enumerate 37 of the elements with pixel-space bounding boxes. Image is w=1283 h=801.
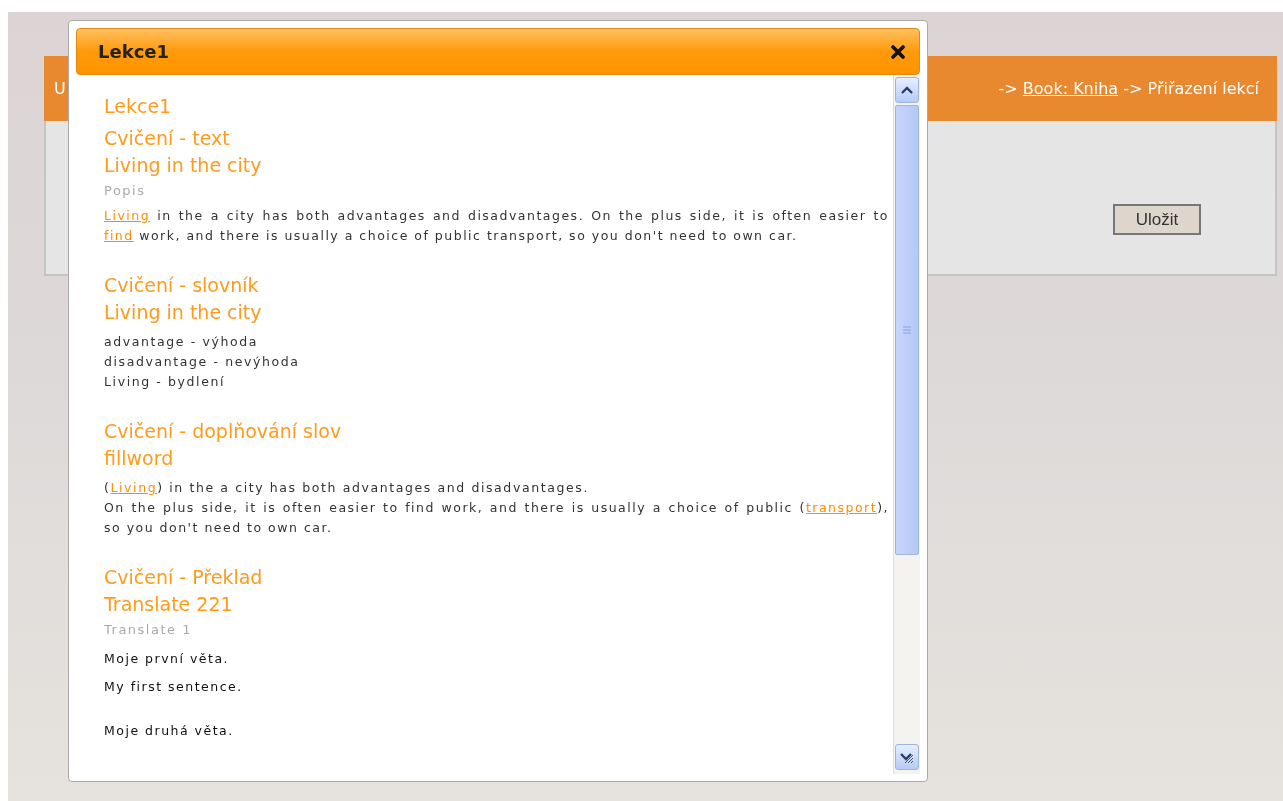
scroll-down-button[interactable] bbox=[895, 744, 919, 770]
scrollbar[interactable] bbox=[893, 75, 920, 774]
grip-lines-icon bbox=[902, 326, 912, 334]
paragraph: Living in the a city has both advantages and disadvantages. On the plus side, it is often easier to find work, and there is usually a choice of public transport, so you don't need to own car. bbox=[104, 207, 889, 245]
text-line: (Living) in the a city has both advantages and disadvantages. bbox=[104, 479, 590, 497]
source-sentence: Moje druhá věta. bbox=[104, 722, 235, 740]
word-link[interactable]: transport bbox=[805, 500, 878, 515]
word-link[interactable]: Living bbox=[104, 208, 151, 223]
exercise-type: Cvičení - Překlad bbox=[104, 565, 264, 590]
close-icon[interactable] bbox=[891, 44, 905, 59]
chevron-up-icon bbox=[901, 86, 913, 94]
scroll-up-button[interactable] bbox=[895, 77, 919, 103]
text-line: advantage - výhoda bbox=[104, 333, 259, 351]
scroll-thumb[interactable] bbox=[895, 105, 919, 555]
source-sentence: Moje první věta. bbox=[104, 650, 231, 668]
exercise-title: Living in the city bbox=[104, 300, 263, 325]
exercise-type: Cvičení - text bbox=[104, 126, 231, 151]
exercise-type: Cvičení - slovník bbox=[104, 273, 260, 298]
translated-sentence: My first sentence. bbox=[104, 678, 244, 696]
lesson-heading: Lekce1 bbox=[104, 94, 173, 119]
breadcrumb: -> Book: Kniha -> Přiřazení lekcí bbox=[998, 79, 1259, 98]
dialog-title: Lekce1 bbox=[98, 41, 170, 62]
exercise-title: Translate 221 bbox=[104, 592, 234, 617]
save-button[interactable]: Uložit bbox=[1113, 204, 1201, 235]
exercise-title: fillword bbox=[104, 446, 175, 471]
text-line: Living - bydlení bbox=[104, 373, 227, 391]
header-text: U bbox=[54, 79, 66, 98]
word-link[interactable]: Living bbox=[110, 480, 158, 495]
exercise-caption: Translate 1 bbox=[104, 622, 193, 637]
chevron-down-icon bbox=[900, 750, 914, 764]
exercise-caption: Popis bbox=[104, 183, 147, 198]
word-link[interactable]: find bbox=[104, 228, 134, 243]
word-link[interactable]: Book: Kniha bbox=[1022, 79, 1119, 98]
paragraph: On the plus side, it is often easier to find work, and there is usually a choice of public (transport), so you don't need to own car. bbox=[104, 499, 889, 537]
text-line: disadvantage - nevýhoda bbox=[104, 353, 301, 371]
exercise-title: Living in the city bbox=[104, 153, 263, 178]
exercise-type: Cvičení - doplňování slov bbox=[104, 419, 343, 444]
